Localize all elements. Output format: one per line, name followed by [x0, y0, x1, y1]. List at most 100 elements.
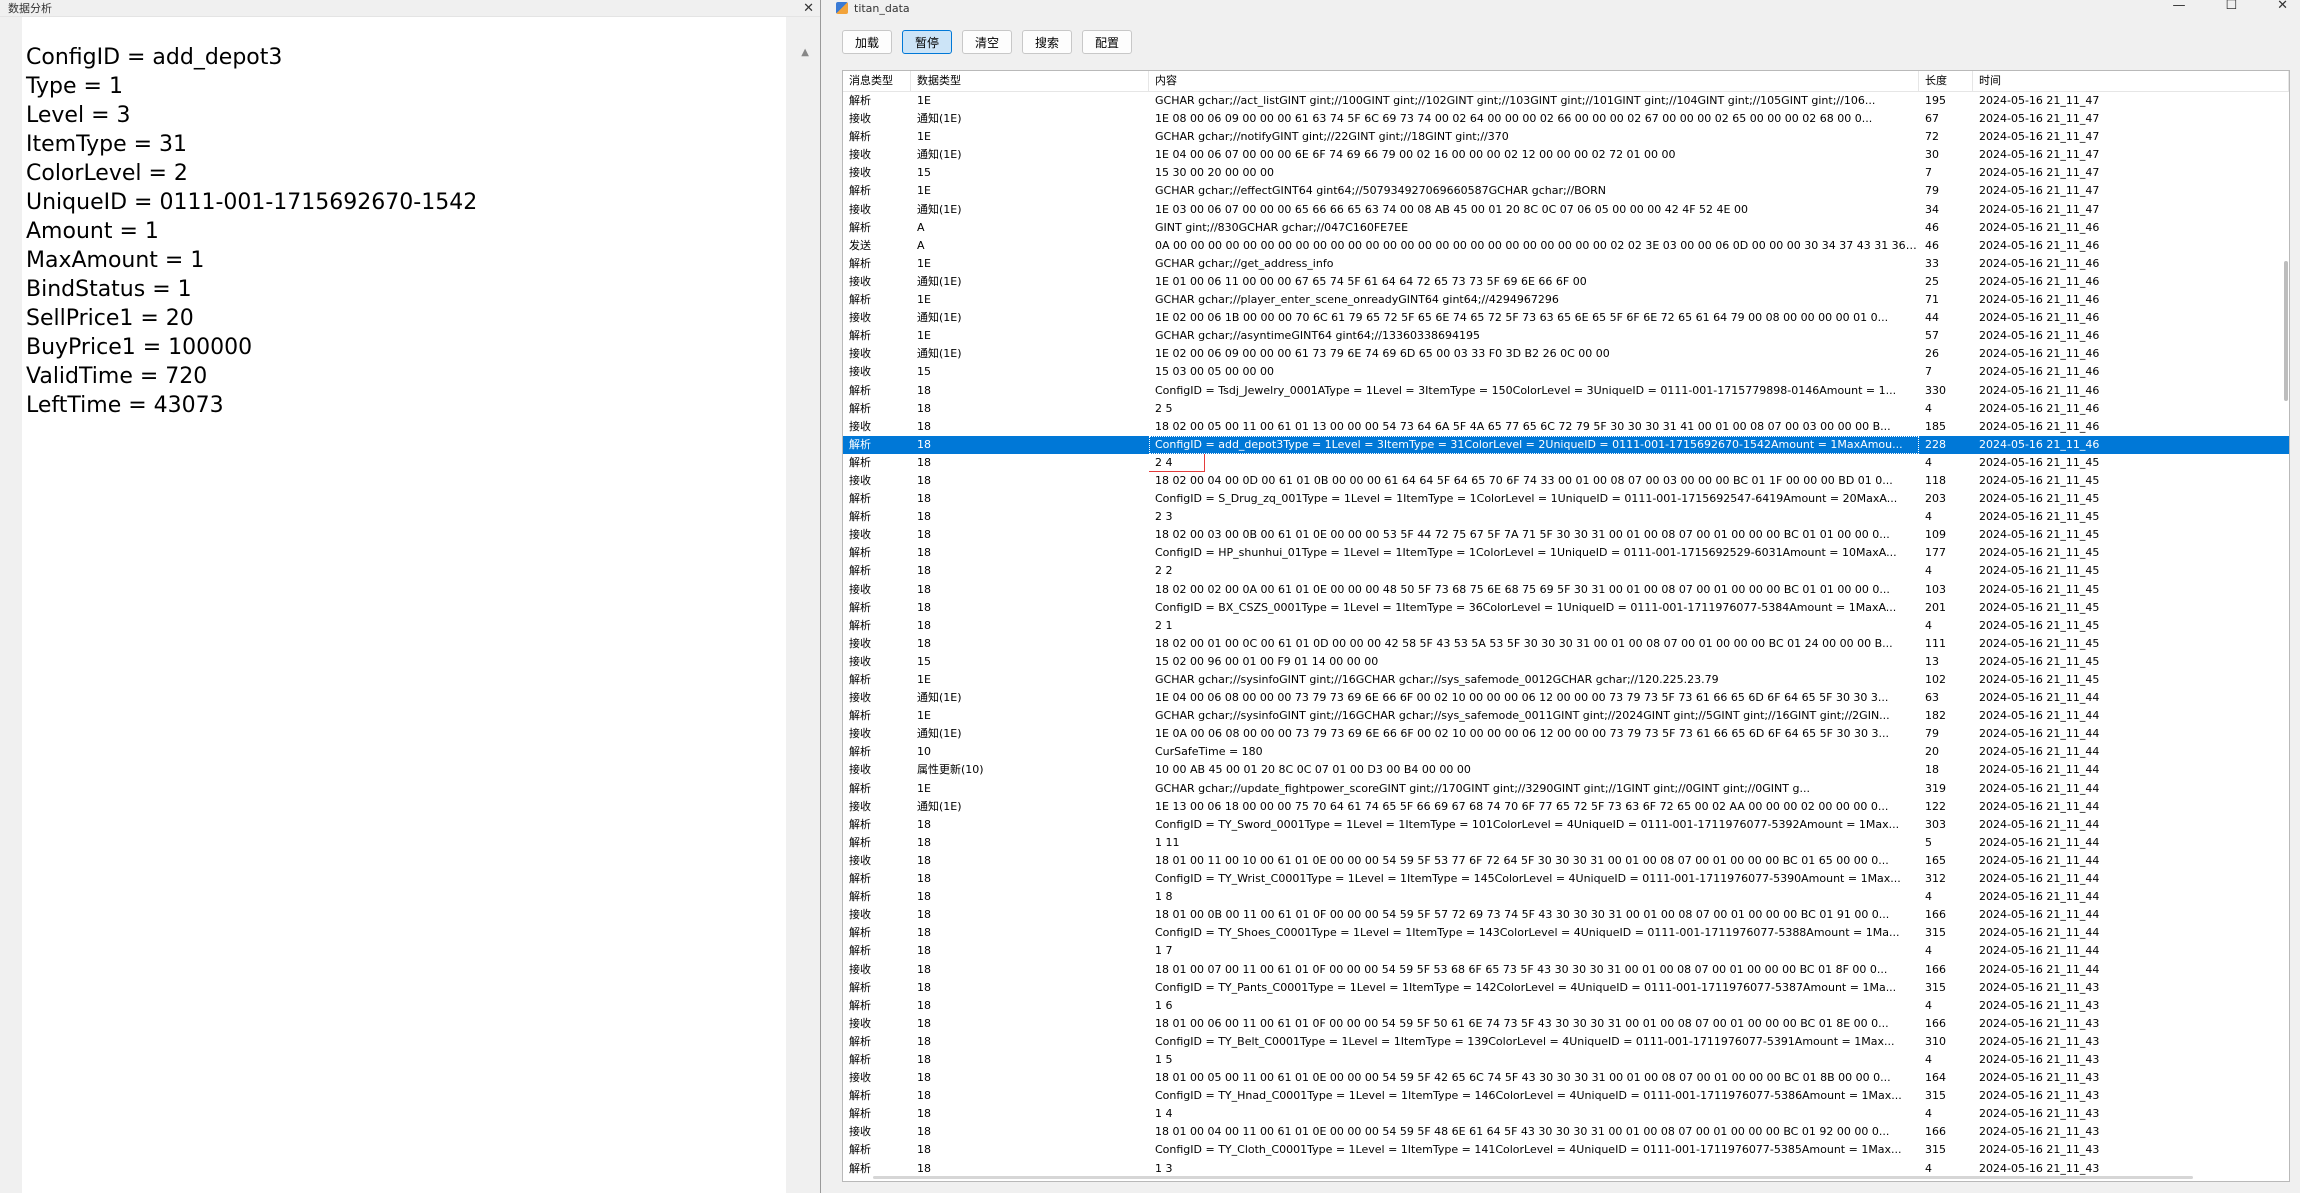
- analysis-text-area[interactable]: ConfigID = add_depot3 Type = 1 Level = 3 It…: [0, 17, 820, 1193]
- analysis-scrollbar[interactable]: ▲: [786, 17, 820, 1193]
- cell-time: 2024-05-16 21_11_44: [1979, 799, 2100, 813]
- table-row[interactable]: 接收 18 18 01 00 07 00 11 00 61 01 0F 00 00 …: [843, 961, 2289, 979]
- table-row[interactable]: 解析 18 1 7 4 2024-05-16 21_11_44: [843, 942, 2289, 960]
- table-row[interactable]: 解析 18 ConfigID = BX_CSZS_0001Type = 1Level…: [843, 599, 2289, 617]
- table-row[interactable]: 解析 1E GCHAR gchar;//effectGINT64 gint64;//…: [843, 182, 2289, 200]
- table-row[interactable]: 接收 15 15 03 00 05 00 00 00 7 2024-05-16 21_1…: [843, 363, 2289, 381]
- table-row[interactable]: 接收 18 18 02 00 02 00 0A 00 61 01 0E 00 00 …: [843, 581, 2289, 599]
- table-row[interactable]: 解析 18 ConfigID = TY_Belt_C0001Type = 1Leve…: [843, 1033, 2289, 1051]
- table-row[interactable]: 接收 通知(1E) 1E 04 00 06 08 00 00 00 73 79 73…: [843, 689, 2289, 707]
- minimize-icon[interactable]: —: [2172, 0, 2185, 13]
- table-row[interactable]: 解析 18 ConfigID = TY_Cloth_C0001Type = 1Lev…: [843, 1141, 2289, 1159]
- table-row[interactable]: 解析 A GINT gint;//830GCHAR gchar;//047C160F…: [843, 219, 2289, 237]
- cell-time: 2024-05-16 21_11_45: [1979, 600, 2100, 614]
- table-row[interactable]: 解析 1E GCHAR gchar;//asyntimeGINT64 gint64;…: [843, 327, 2289, 345]
- table-row[interactable]: 解析 18 ConfigID = Tsdj_Jewelry_0001AType = …: [843, 382, 2289, 400]
- table-row[interactable]: 解析 1E GCHAR gchar;//sysinfoGINT gint;//16G…: [843, 671, 2289, 689]
- table-row[interactable]: 解析 18 ConfigID = S_Drug_zq_001Type = 1Leve…: [843, 490, 2289, 508]
- table-row[interactable]: 接收 18 18 01 00 05 00 11 00 61 01 0E 00 00 …: [843, 1069, 2289, 1087]
- col-length[interactable]: 长度: [1919, 71, 1973, 91]
- table-row[interactable]: 解析 18 ConfigID = TY_Shoes_C0001Type = 1Lev…: [843, 924, 2289, 942]
- table-row[interactable]: 接收 通知(1E) 1E 02 00 06 09 00 00 00 61 73 79…: [843, 345, 2289, 363]
- table-row[interactable]: 解析 18 2 5 4 2024-05-16 21_11_46: [843, 400, 2289, 418]
- cell-msg-type: 解析: [849, 1034, 871, 1048]
- cell-length: 315: [1925, 926, 1946, 940]
- table-row[interactable]: 解析 18 1 11 5 2024-05-16 21_11_44: [843, 834, 2289, 852]
- table-row[interactable]: 解析 1E GCHAR gchar;//act_listGINT gint;//10…: [843, 92, 2289, 110]
- table-row[interactable]: 解析 18 2 1 4 2024-05-16 21_11_45: [843, 617, 2289, 635]
- table-row[interactable]: 解析 1E GCHAR gchar;//update_fightpower_scor…: [843, 780, 2289, 798]
- col-msg-type[interactable]: 消息类型: [843, 71, 911, 91]
- table-row[interactable]: 解析 1E GCHAR gchar;//get_address_info 33 2024…: [843, 255, 2289, 273]
- table-row[interactable]: 解析 1E GCHAR gchar;//player_enter_scene_onr…: [843, 291, 2289, 309]
- cell-content: 1 3: [1155, 1161, 1173, 1175]
- search-button[interactable]: 搜索: [1022, 30, 1072, 54]
- table-row[interactable]: 接收 18 18 01 00 11 00 10 00 61 01 0E 00 00 …: [843, 852, 2289, 870]
- table-row[interactable]: 接收 通知(1E) 1E 0A 00 06 08 00 00 00 73 79 73…: [843, 725, 2289, 743]
- cell-time: 2024-05-16 21_11_47: [1979, 202, 2100, 216]
- table-vscrollbar[interactable]: [2281, 71, 2289, 1181]
- table-row[interactable]: 解析 18 ConfigID = TY_Wrist_C0001Type = 1Lev…: [843, 870, 2289, 888]
- table-row[interactable]: 接收 18 18 02 00 05 00 11 00 61 01 13 00 00 …: [843, 418, 2289, 436]
- table-row[interactable]: 发送 A 0A 00 00 00 00 00 00 00 00 00 00 00 0…: [843, 237, 2289, 255]
- load-button[interactable]: 加载: [842, 30, 892, 54]
- cell-length: 34: [1925, 202, 1939, 216]
- table-row[interactable]: 解析 18 ConfigID = HP_shunhui_01Type = 1Leve…: [843, 544, 2289, 562]
- table-row[interactable]: 接收 18 18 01 00 04 00 11 00 61 01 0E 00 00 …: [843, 1123, 2289, 1141]
- table-row[interactable]: 接收 通知(1E) 1E 02 00 06 1B 00 00 00 70 6C 61…: [843, 309, 2289, 327]
- cell-length: 67: [1925, 112, 1939, 126]
- table-row[interactable]: 解析 18 1 4 4 2024-05-16 21_11_43: [843, 1105, 2289, 1123]
- pause-button[interactable]: 暂停: [902, 30, 952, 54]
- table-row[interactable]: 接收 15 15 02 00 96 00 01 00 F9 01 14 00 00 …: [843, 653, 2289, 671]
- col-data-type[interactable]: 数据类型: [911, 71, 1149, 91]
- clear-button[interactable]: 清空: [962, 30, 1012, 54]
- table-row[interactable]: 接收 通知(1E) 1E 08 00 06 09 00 00 00 61 63 74…: [843, 110, 2289, 128]
- cell-msg-type: 解析: [849, 944, 871, 958]
- table-row[interactable]: 解析 18 1 5 4 2024-05-16 21_11_43: [843, 1051, 2289, 1069]
- table-row[interactable]: 接收 18 18 01 00 06 00 11 00 61 01 0F 00 00 …: [843, 1015, 2289, 1033]
- table-row[interactable]: 解析 1E GCHAR gchar;//notifyGINT gint;//22GI…: [843, 128, 2289, 146]
- table-row[interactable]: 解析 18 2 3 4 2024-05-16 21_11_45: [843, 508, 2289, 526]
- cell-length: 4: [1925, 455, 1932, 469]
- table-row[interactable]: 解析 18 ConfigID = TY_Pants_C0001Type = 1Lev…: [843, 979, 2289, 997]
- table-row[interactable]: 解析 18 1 6 4 2024-05-16 21_11_43: [843, 997, 2289, 1015]
- table-row[interactable]: 接收 18 18 02 00 03 00 0B 00 61 01 0E 00 00 …: [843, 526, 2289, 544]
- table-row[interactable]: 解析 18 ConfigID = TY_Hnad_C0001Type = 1Leve…: [843, 1087, 2289, 1105]
- table-row[interactable]: 解析 18 1 8 4 2024-05-16 21_11_44: [843, 888, 2289, 906]
- cell-length: 182: [1925, 709, 1946, 723]
- table-row[interactable]: 解析 10 CurSafeTime = 180 20 2024-05-16 21_11_…: [843, 743, 2289, 761]
- field-line: Level = 3: [26, 103, 131, 128]
- cell-msg-type: 解析: [849, 564, 871, 578]
- scroll-up-icon[interactable]: ▲: [801, 47, 809, 58]
- table-row[interactable]: 接收 18 18 02 00 04 00 0D 00 61 01 0B 00 00 …: [843, 472, 2289, 490]
- table-row[interactable]: 接收 18 18 02 00 01 00 0C 00 61 01 0D 00 00 …: [843, 635, 2289, 653]
- table-row[interactable]: 接收 15 15 30 00 20 00 00 00 7 2024-05-16 21_1…: [843, 164, 2289, 182]
- message-table[interactable]: 消息类型 数据类型 内容 长度 时间 解析 1E GCHAR gchar;//act…: [842, 70, 2290, 1182]
- cell-data-type: 18: [917, 455, 931, 469]
- table-hscrollbar[interactable]: [873, 1176, 2193, 1179]
- col-content[interactable]: 内容: [1149, 71, 1919, 91]
- table-row[interactable]: 接收 18 18 01 00 0B 00 11 00 61 01 0F 00 00 …: [843, 906, 2289, 924]
- table-header: 消息类型 数据类型 内容 长度 时间: [843, 71, 2289, 92]
- close-icon[interactable]: ✕: [2277, 0, 2288, 13]
- maximize-icon[interactable]: ☐: [2225, 0, 2237, 13]
- col-time[interactable]: 时间: [1973, 71, 2289, 91]
- table-row[interactable]: 解析 18 ConfigID = TY_Sword_0001Type = 1Leve…: [843, 816, 2289, 834]
- close-icon[interactable]: ✕: [803, 2, 814, 15]
- table-row[interactable]: 接收 通知(1E) 1E 03 00 06 07 00 00 00 65 66 66…: [843, 201, 2289, 219]
- analysis-fields: ConfigID = add_depot3 Type = 1 Level = 3 It…: [26, 43, 786, 420]
- cell-length: 109: [1925, 528, 1946, 542]
- table-row[interactable]: 解析 18 ConfigID = add_depot3Type = 1Level =…: [843, 435, 2289, 454]
- config-button[interactable]: 配置: [1082, 30, 1132, 54]
- table-row[interactable]: 解析 18 2 4 4 2024-05-16 21_11_45: [843, 453, 2289, 472]
- table-row[interactable]: 解析 1E GCHAR gchar;//sysinfoGINT gint;//16G…: [843, 707, 2289, 725]
- cell-content: 1E 02 00 06 09 00 00 00 61 73 79 6E 74 6…: [1155, 347, 1610, 361]
- table-row[interactable]: 解析 18 2 2 4 2024-05-16 21_11_45: [843, 562, 2289, 580]
- table-row[interactable]: 接收 通知(1E) 1E 01 00 06 11 00 00 00 67 65 74…: [843, 273, 2289, 291]
- table-row[interactable]: 接收 通知(1E) 1E 13 00 06 18 00 00 00 75 70 64…: [843, 798, 2289, 816]
- table-row[interactable]: 解析 18 1 3 4 2024-05-16 21_11_43: [843, 1160, 2289, 1178]
- cell-time: 2024-05-16 21_11_45: [1979, 673, 2100, 686]
- table-row[interactable]: 接收 属性更新(10) 10 00 AB 45 00 01 20 8C 0C 07 …: [843, 761, 2289, 779]
- scroll-thumb[interactable]: [2284, 261, 2288, 401]
- table-row[interactable]: 接收 通知(1E) 1E 04 00 06 07 00 00 00 6E 6F 74…: [843, 146, 2289, 164]
